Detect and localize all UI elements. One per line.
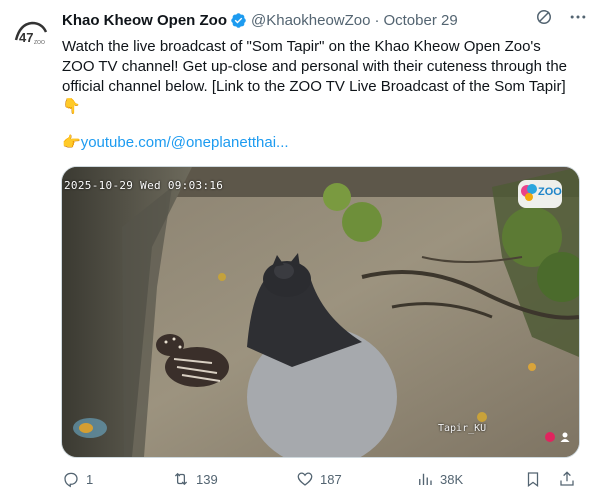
views-chart-icon xyxy=(419,473,432,485)
zoo-anniversary-logo-icon: 47 ZOO xyxy=(12,14,52,54)
post-date[interactable]: October 29 xyxy=(383,12,457,29)
display-name[interactable]: Khao Kheow Open Zoo xyxy=(62,12,227,29)
tweet-header: Khao Kheow Open Zoo @KhaokheowZoo · Octo… xyxy=(62,9,584,31)
open-zoo-watermark-icon xyxy=(72,417,108,439)
heart-icon xyxy=(297,472,313,486)
live-indicator xyxy=(544,431,571,443)
tweet-text: Watch the live broadcast of "Som Tapir" … xyxy=(62,37,567,117)
grok-icon[interactable] xyxy=(534,7,554,32)
reply-button[interactable]: 1 xyxy=(62,470,93,488)
zoo-tv-logo-icon: ZOO xyxy=(517,177,563,211)
tweet-body: Watch the live broadcast of "Som Tapir" … xyxy=(62,38,568,115)
person-icon xyxy=(560,432,570,442)
header-actions xyxy=(534,7,588,32)
link-line: 👉youtube.com/@oneplanetthai... xyxy=(62,133,289,153)
tapir-scene-image xyxy=(62,167,579,457)
media-image[interactable]: 2025-10-29 Wed 09:03:16 Tapir_KU ZOO xyxy=(61,166,580,458)
reply-count: 1 xyxy=(86,471,94,487)
like-button[interactable]: 187 xyxy=(296,470,342,488)
youtube-link[interactable]: youtube.com/@oneplanetthai... xyxy=(81,134,289,151)
zoo-logo-text: ZOO xyxy=(538,186,562,198)
verified-badge-icon[interactable] xyxy=(230,12,247,29)
camera-caption: Tapir_KU xyxy=(438,423,487,434)
repost-icon xyxy=(174,472,188,486)
reply-icon xyxy=(64,472,78,488)
separator-dot: · xyxy=(374,11,380,29)
tweet: 47 ZOO Khao Kheow Open Zoo @KhaokheowZoo… xyxy=(0,0,594,501)
more-options-icon[interactable] xyxy=(568,7,588,32)
pointing-hand-emoji: 👉 xyxy=(62,134,81,151)
video-timestamp: 2025-10-29 Wed 09:03:16 xyxy=(64,179,224,192)
avatar[interactable]: 47 ZOO xyxy=(12,14,52,54)
share-icon xyxy=(560,471,574,486)
bookmark-button[interactable] xyxy=(524,470,542,488)
views-button[interactable]: 38K xyxy=(416,470,463,488)
like-count: 187 xyxy=(320,471,342,487)
action-bar: 1 139 187 38K xyxy=(62,468,582,490)
user-handle[interactable]: @KhaokheowZoo xyxy=(251,12,370,29)
view-count: 38K xyxy=(440,471,464,487)
bookmark-icon xyxy=(527,472,539,488)
svg-text:47: 47 xyxy=(19,30,33,45)
svg-text:ZOO: ZOO xyxy=(34,40,45,46)
repost-button[interactable]: 139 xyxy=(172,470,218,488)
live-dot-icon xyxy=(545,432,555,442)
share-button[interactable] xyxy=(558,470,576,488)
repost-count: 139 xyxy=(196,471,218,487)
